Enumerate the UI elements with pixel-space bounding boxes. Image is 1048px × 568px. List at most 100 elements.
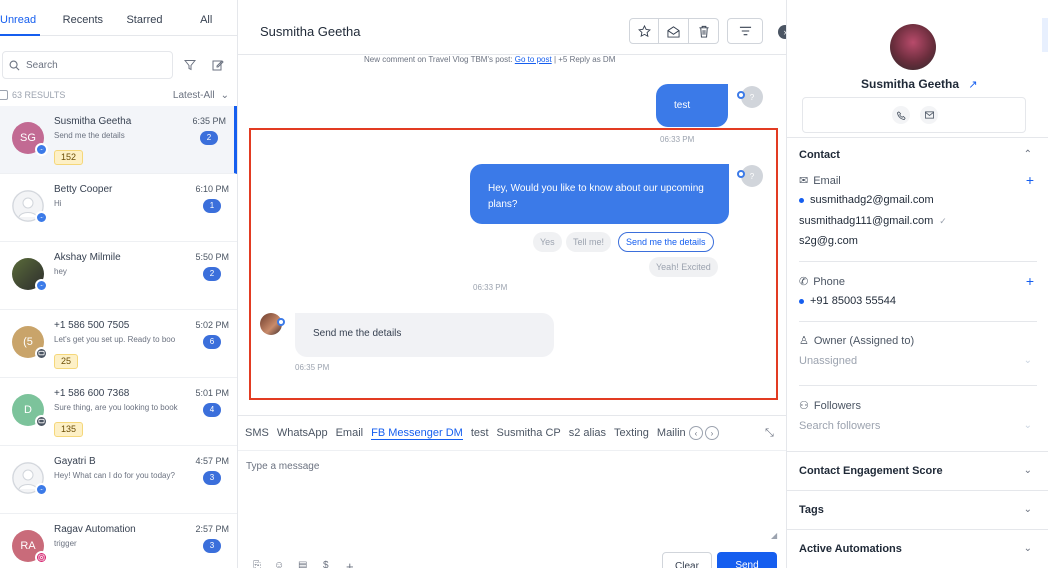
contact-section-title[interactable]: Contact — [799, 149, 840, 161]
messenger-dot-icon — [737, 170, 745, 178]
channel-tab-email[interactable]: Email — [336, 427, 364, 439]
chevron-down-icon[interactable]: ⌄ — [1024, 465, 1032, 476]
messenger-channel-icon — [35, 211, 48, 224]
external-link-icon[interactable]: ↗ — [968, 79, 977, 91]
chevron-left-icon[interactable]: ‹ — [688, 426, 703, 440]
followers-search[interactable]: Search followers — [799, 420, 880, 432]
chevron-down-icon[interactable]: ⌄ — [1024, 504, 1032, 515]
message-input[interactable]: Type a message — [246, 461, 778, 541]
email-icon[interactable] — [920, 106, 938, 124]
channel-tab-fb-messenger[interactable]: FB Messenger DM — [371, 427, 463, 440]
conversation-time: 2:57 PM — [195, 524, 229, 534]
channel-tab-whatsapp[interactable]: WhatsApp — [277, 427, 328, 439]
scrollbar[interactable] — [1042, 18, 1048, 52]
conversation-item[interactable]: Gayatri B Hey! What can I do for you toda… — [0, 446, 237, 514]
email-secondary[interactable]: susmithadg111@gmail.com ✓ — [799, 215, 947, 227]
chevron-down-icon[interactable]: ⌄ — [1024, 420, 1032, 431]
emoji-icon[interactable]: ☺ — [274, 560, 284, 568]
mark-read-button[interactable] — [659, 18, 689, 44]
chevron-down-icon[interactable]: ⌄ — [1024, 355, 1032, 366]
agent-avatar: ? — [737, 165, 763, 187]
trash-icon — [698, 25, 709, 38]
quick-reply-yes[interactable]: Yes — [533, 232, 562, 252]
owner-select[interactable]: Unassigned — [799, 355, 857, 367]
filter-icon[interactable] — [179, 54, 201, 76]
compose-icon[interactable] — [207, 54, 229, 76]
clear-button[interactable]: Clear — [662, 552, 712, 568]
conversation-preview: Hey! What can I do for you today? — [54, 471, 175, 480]
divider — [787, 451, 1048, 452]
automations-section-title[interactable]: Active Automations — [799, 543, 902, 555]
chevron-right-icon[interactable]: › — [704, 426, 719, 440]
quick-reply-tell-me[interactable]: Tell me! — [566, 232, 612, 252]
conversation-item[interactable]: RA Ragav Automation trigger 2:57 PM 3 — [0, 514, 237, 568]
resize-handle-icon[interactable]: ◢ — [771, 531, 777, 540]
sms-channel-icon — [35, 347, 48, 360]
chat-title: Susmitha Geetha — [260, 24, 361, 39]
star-button[interactable] — [629, 18, 659, 44]
tab-starred[interactable]: Starred — [114, 0, 176, 35]
followers-label-text: Followers — [813, 399, 861, 412]
email-secondary[interactable]: s2g@g.com — [799, 235, 858, 247]
tab-recents[interactable]: Recents — [52, 0, 114, 35]
conversation-item[interactable]: Akshay Milmile hey 5:50 PM 2 — [0, 242, 237, 310]
channel-tab-sms[interactable]: SMS — [245, 427, 269, 439]
conversation-time: 5:02 PM — [195, 320, 229, 330]
messenger-dot-icon — [737, 91, 745, 99]
add-email-icon[interactable]: + — [1026, 172, 1034, 188]
chevron-down-icon[interactable]: ⌄ — [1024, 543, 1032, 554]
incoming-message: Send me the details — [295, 313, 554, 357]
phone-icon[interactable] — [892, 106, 910, 124]
tab-unread[interactable]: Unread — [0, 0, 52, 35]
attachment-icon[interactable]: ⎘ — [253, 560, 261, 568]
conversation-item[interactable]: SG Susmitha Geetha Send me the details 6:35… — [0, 106, 237, 174]
avatar-initials: SG — [20, 132, 36, 144]
channel-tab-test[interactable]: test — [471, 427, 489, 439]
chevron-up-icon[interactable]: ⌃ — [1024, 149, 1032, 160]
send-button[interactable]: Send — [717, 552, 777, 568]
message-placeholder: Type a message — [246, 461, 320, 472]
filter-menu-button[interactable] — [727, 18, 763, 44]
divider — [799, 261, 1037, 262]
engagement-section-title[interactable]: Contact Engagement Score — [799, 465, 943, 477]
channel-tab-susmitha-cp[interactable]: Susmitha CP — [497, 427, 561, 439]
system-message: New comment on Travel Vlog TBM's post: G… — [364, 55, 615, 64]
primary-dot-icon — [799, 197, 804, 203]
select-all-checkbox[interactable] — [0, 90, 8, 100]
tab-all[interactable]: All — [175, 0, 237, 35]
conversation-item[interactable]: Betty Cooper Hi 6:10 PM 1 — [0, 174, 237, 242]
template-icon[interactable]: ▤ — [298, 560, 307, 568]
conversation-item[interactable]: D +1 586 600 7368 Sure thing, are you look… — [0, 378, 237, 446]
chevron-down-icon: ⌄ — [220, 89, 229, 101]
quick-reply-send-details[interactable]: Send me the details — [618, 232, 714, 252]
select-all[interactable]: 63 RESULTS — [0, 90, 65, 100]
delete-button[interactable] — [689, 18, 719, 44]
plus-icon[interactable]: + — [346, 559, 354, 568]
channel-tab-mailing[interactable]: Mailin — [657, 427, 687, 439]
tags-section-title[interactable]: Tags — [799, 504, 824, 516]
channel-tab-s2-alias[interactable]: s2 alias — [569, 427, 606, 439]
outgoing-message: test — [656, 84, 728, 127]
star-icon — [637, 24, 651, 37]
email-value: susmithadg2@gmail.com — [810, 194, 934, 206]
results-row: 63 RESULTS Latest-All ⌄ — [0, 84, 237, 106]
user-icon: ♙ — [799, 335, 809, 347]
email-value: s2g@g.com — [799, 235, 858, 247]
search-input[interactable]: Search — [2, 51, 173, 79]
message-thread: New comment on Travel Vlog TBM's post: G… — [238, 55, 786, 415]
add-phone-icon[interactable]: + — [1026, 273, 1034, 289]
search-row: Search — [0, 36, 237, 84]
avatar: (5 — [12, 326, 48, 360]
payment-icon[interactable]: $ — [323, 560, 329, 568]
phone-value[interactable]: +91 85003 55544 — [799, 295, 896, 307]
system-message-suffix: | +5 Reply as DM — [553, 55, 616, 64]
conversation-item[interactable]: (5 +1 586 500 7505 Let's get you set up. R… — [0, 310, 237, 378]
instagram-channel-icon — [35, 551, 48, 564]
conversation-list: SG Susmitha Geetha Send me the details 6:35… — [0, 106, 237, 568]
go-to-post-link[interactable]: Go to post — [515, 55, 552, 64]
sort-dropdown[interactable]: Latest-All ⌄ — [173, 90, 229, 101]
email-primary[interactable]: susmithadg2@gmail.com — [799, 194, 934, 206]
quick-reply-excited[interactable]: Yeah! Excited — [649, 257, 718, 277]
channel-tab-texting[interactable]: Texting — [614, 427, 649, 439]
expand-icon[interactable]: ⤡ — [765, 427, 774, 440]
